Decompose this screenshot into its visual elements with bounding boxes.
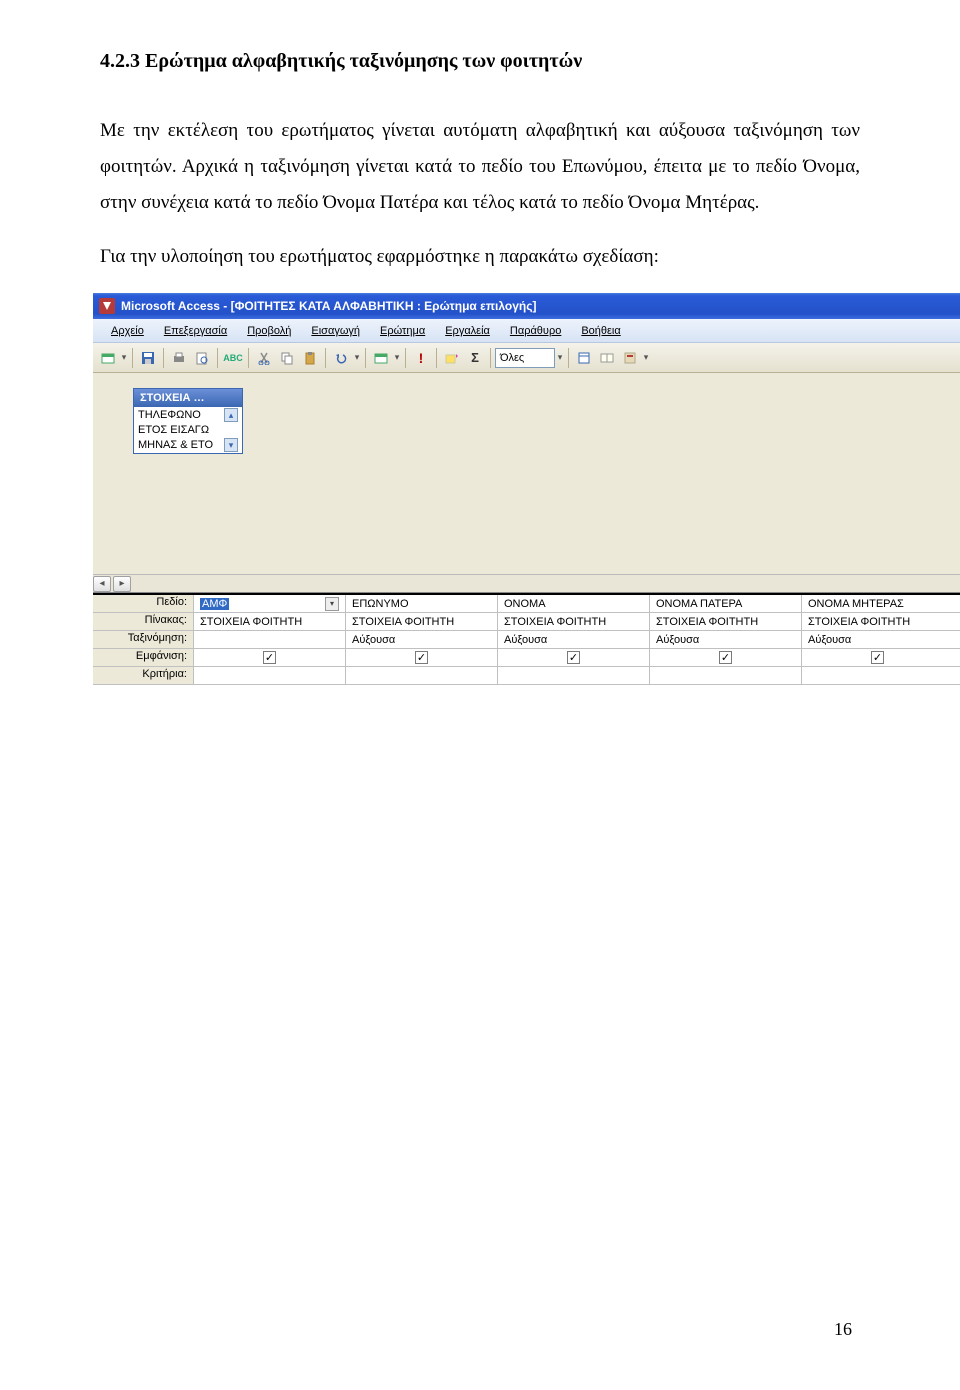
grid-cell-show[interactable]: ✓ xyxy=(497,649,649,666)
grid-cell-criteria[interactable] xyxy=(649,667,801,684)
window-titlebar: Microsoft Access - [ΦΟΙΤΗΤΕΣ ΚΑΤΑ ΑΛΦΑΒΗ… xyxy=(93,293,960,319)
query-design-canvas: ΣΤΟΙΧΕΙΑ … ΤΗΛΕΦΩΝΟ ▴ ΕΤΟΣ ΕΙΣΑΓΩ ΜΗΝΑΣ … xyxy=(93,373,960,593)
toolbar: ▾ ABC ▾ ▾ ! xyxy=(93,343,960,373)
toolbar-separator xyxy=(436,348,437,368)
row-label-show: Εμφάνιση: xyxy=(93,649,193,666)
grid-cell-sort[interactable] xyxy=(193,631,345,648)
access-app-icon xyxy=(99,298,115,314)
field-item[interactable]: ΤΗΛΕΦΩΝΟ xyxy=(138,409,201,421)
scroll-left-icon[interactable]: ◂ xyxy=(93,576,111,592)
grid-cell-table[interactable]: ΣΤΟΙΧΕΙΑ ΦΟΙΤΗΤΗ xyxy=(345,613,497,630)
grid-cell-show[interactable]: ✓ xyxy=(345,649,497,666)
grid-cell-criteria[interactable] xyxy=(193,667,345,684)
checkbox-checked-icon[interactable]: ✓ xyxy=(719,651,732,664)
menu-help[interactable]: Βοήθεια xyxy=(571,325,630,337)
grid-cell-show[interactable]: ✓ xyxy=(801,649,953,666)
grid-cell-table[interactable]: ΣΤΟΙΧΕΙΑ ΦΟΙΤΗΤΗ xyxy=(497,613,649,630)
menu-query[interactable]: Ερώτημα xyxy=(370,325,435,337)
grid-cell-sort[interactable]: Αύξουσα xyxy=(801,631,953,648)
query-design-grid: Πεδίο: ΑΜΦ ▾ ΕΠΩΝΥΜΟ ΟΝΟΜΑ ΟΝΟΜΑ ΠΑΤΕΡΑ … xyxy=(93,593,960,685)
scroll-down-icon[interactable]: ▾ xyxy=(224,438,238,452)
grid-cell-sort[interactable]: Αύξουσα xyxy=(497,631,649,648)
grid-cell-field[interactable]: ΟΝΟΜΑ xyxy=(497,595,649,612)
field-item[interactable]: ΕΤΟΣ ΕΙΣΑΓΩ xyxy=(138,424,209,436)
undo-button[interactable] xyxy=(330,347,352,369)
table-field-list[interactable]: ΣΤΟΙΧΕΙΑ … ΤΗΛΕΦΩΝΟ ▴ ΕΤΟΣ ΕΙΣΑΓΩ ΜΗΝΑΣ … xyxy=(133,388,243,454)
menu-edit[interactable]: Επεξεργασία xyxy=(154,325,237,337)
grid-cell-table[interactable]: ΣΤΟΙΧΕΙΑ ΦΟΙΤΗΤΗ xyxy=(193,613,345,630)
view-button[interactable] xyxy=(97,347,119,369)
row-label-sort: Ταξινόμηση: xyxy=(93,631,193,648)
grid-cell-sort[interactable]: Αύξουσα xyxy=(345,631,497,648)
grid-cell-table[interactable]: ΣΤΟΙΧΕΙΑ ΦΟΙΤΗΤΗ xyxy=(801,613,953,630)
checkbox-checked-icon[interactable]: ✓ xyxy=(263,651,276,664)
copy-button[interactable] xyxy=(276,347,298,369)
grid-cell-field[interactable]: ΟΝΟΜΑ ΜΗΤΕΡΑΣ xyxy=(801,595,953,612)
scroll-up-icon[interactable]: ▴ xyxy=(224,408,238,422)
toolbar-separator xyxy=(490,348,491,368)
toolbar-separator xyxy=(325,348,326,368)
grid-cell-show[interactable]: ✓ xyxy=(649,649,801,666)
query-type-dropdown-icon[interactable]: ▾ xyxy=(393,352,401,363)
cut-button[interactable] xyxy=(253,347,275,369)
toolbar-separator xyxy=(217,348,218,368)
menu-bar: Αρχείο Επεξεργασία Προβολή Εισαγωγή Ερώτ… xyxy=(93,319,960,343)
grid-cell-criteria[interactable] xyxy=(497,667,649,684)
window-title: Microsoft Access - [ΦΟΙΤΗΤΕΣ ΚΑΤΑ ΑΛΦΑΒΗ… xyxy=(121,299,536,313)
toolbar-separator xyxy=(132,348,133,368)
database-window-dropdown-icon[interactable]: ▾ xyxy=(642,352,650,363)
spellcheck-button[interactable]: ABC xyxy=(222,347,244,369)
menu-insert[interactable]: Εισαγωγή xyxy=(301,325,370,337)
section-heading: 4.2.3 Ερώτημα αλφαβητικής ταξινόμησης τω… xyxy=(100,50,860,73)
toolbar-separator xyxy=(365,348,366,368)
menu-tools[interactable]: Εργαλεία xyxy=(435,325,500,337)
access-screenshot: Microsoft Access - [ΦΟΙΤΗΤΕΣ ΚΑΤΑ ΑΛΦΑΒΗ… xyxy=(93,293,960,685)
totals-button[interactable]: Σ xyxy=(464,347,486,369)
grid-cell-show[interactable]: ✓ xyxy=(193,649,345,666)
print-button[interactable] xyxy=(168,347,190,369)
checkbox-checked-icon[interactable]: ✓ xyxy=(871,651,884,664)
grid-cell-field[interactable]: ΑΜΦ ▾ xyxy=(193,595,345,612)
show-table-button[interactable] xyxy=(441,347,463,369)
row-label-table: Πίνακας: xyxy=(93,613,193,630)
print-preview-button[interactable] xyxy=(191,347,213,369)
view-dropdown-icon[interactable]: ▾ xyxy=(120,352,128,363)
menu-view[interactable]: Προβολή xyxy=(237,325,301,337)
menu-file[interactable]: Αρχείο xyxy=(101,325,154,337)
grid-cell-table[interactable]: ΣΤΟΙΧΕΙΑ ΦΟΙΤΗΤΗ xyxy=(649,613,801,630)
toolbar-separator xyxy=(248,348,249,368)
undo-dropdown-icon[interactable]: ▾ xyxy=(353,352,361,363)
grid-cell-sort[interactable]: Αύξουσα xyxy=(649,631,801,648)
paste-button[interactable] xyxy=(299,347,321,369)
toolbar-separator xyxy=(568,348,569,368)
grid-cell-criteria[interactable] xyxy=(345,667,497,684)
properties-button[interactable] xyxy=(573,347,595,369)
checkbox-checked-icon[interactable]: ✓ xyxy=(415,651,428,664)
top-values-input[interactable]: Όλες xyxy=(495,348,555,368)
toolbar-separator xyxy=(163,348,164,368)
build-button[interactable] xyxy=(596,347,618,369)
horizontal-scrollbar[interactable]: ◂ ▸ xyxy=(93,574,960,592)
run-button[interactable]: ! xyxy=(410,347,432,369)
chevron-down-icon[interactable]: ▾ xyxy=(325,597,339,611)
field-item[interactable]: ΜΗΝΑΣ & ΕΤΟ xyxy=(138,439,213,451)
top-values-dropdown-icon[interactable]: ▾ xyxy=(556,352,564,363)
menu-window[interactable]: Παράθυρο xyxy=(500,325,571,337)
grid-cell-field[interactable]: ΕΠΩΝΥΜΟ xyxy=(345,595,497,612)
grid-cell-criteria[interactable] xyxy=(801,667,953,684)
paragraph-1: Με την εκτέλεση του ερωτήματος γίνεται α… xyxy=(100,113,860,221)
page-number: 16 xyxy=(834,1319,852,1340)
checkbox-checked-icon[interactable]: ✓ xyxy=(567,651,580,664)
toolbar-separator xyxy=(405,348,406,368)
field-list-title: ΣΤΟΙΧΕΙΑ … xyxy=(134,389,242,407)
query-type-button[interactable] xyxy=(370,347,392,369)
row-label-criteria: Κριτήρια: xyxy=(93,667,193,684)
save-button[interactable] xyxy=(137,347,159,369)
scroll-right-icon[interactable]: ▸ xyxy=(113,576,131,592)
grid-cell-field[interactable]: ΟΝΟΜΑ ΠΑΤΕΡΑ xyxy=(649,595,801,612)
row-label-field: Πεδίο: xyxy=(93,595,193,612)
paragraph-2: Για την υλοποίηση του ερωτήματος εφαρμόσ… xyxy=(100,239,860,275)
database-window-button[interactable] xyxy=(619,347,641,369)
